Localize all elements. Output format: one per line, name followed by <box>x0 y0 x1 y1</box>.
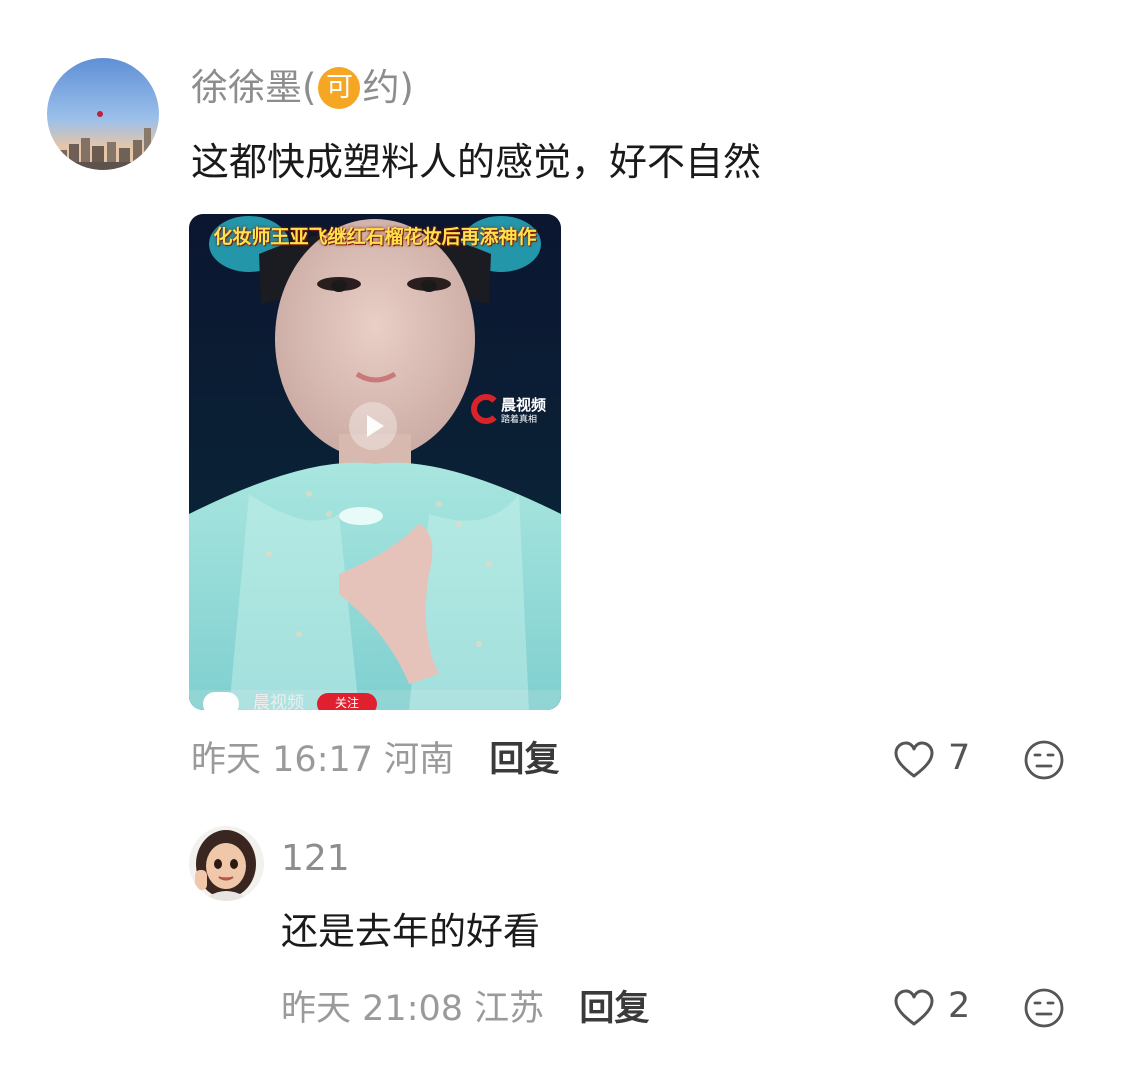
video-channel-bar: 晨视频 关注 <box>189 690 561 710</box>
channel-logo-icon <box>203 692 239 710</box>
reply-button[interactable]: 回复 <box>579 989 649 1029</box>
comment-meta: 昨天 21:08 江苏 回复 <box>281 985 649 1033</box>
emoji-icon <box>1024 740 1064 780</box>
heart-icon <box>894 989 934 1026</box>
video-thumbnail[interactable]: 化妆师王亚飞继红石榴花妆后再添神作 晨视频 踏着真相 晨视频 关注 <box>189 214 561 710</box>
comment-time: 21:08 <box>362 989 464 1029</box>
username-suffix: 约) <box>362 66 414 109</box>
username[interactable]: 徐徐墨(可约) <box>191 62 414 114</box>
comment-date: 昨天 <box>281 989 352 1029</box>
channel-name: 晨视频 <box>253 693 304 710</box>
comment-location: 河南 <box>384 740 455 780</box>
reply-button[interactable]: 回复 <box>489 740 559 780</box>
badge-icon: 可 <box>318 67 361 109</box>
play-icon[interactable] <box>349 402 397 450</box>
comment-text: 还是去年的好看 <box>281 910 540 953</box>
video-banner: 化妆师王亚飞继红石榴花妆后再添神作 <box>213 226 537 248</box>
emoji-reaction-button[interactable] <box>1024 740 1064 784</box>
comment-time: 16:17 <box>272 740 374 780</box>
comment-date: 昨天 <box>191 740 262 780</box>
watermark-logo-icon <box>471 394 501 424</box>
watermark-sub: 踏着真相 <box>501 415 538 425</box>
emoji-icon <box>1024 988 1064 1028</box>
username-text: 徐徐墨( <box>191 66 317 109</box>
emoji-reaction-button[interactable] <box>1024 988 1064 1032</box>
heart-icon <box>894 741 934 778</box>
comment-meta: 昨天 16:17 河南 回复 <box>191 736 559 784</box>
follow-button[interactable]: 关注 <box>317 693 377 710</box>
like-count: 2 <box>948 986 971 1026</box>
avatar[interactable] <box>47 58 159 170</box>
avatar[interactable] <box>189 826 264 901</box>
like-count: 7 <box>948 738 971 778</box>
comment-text: 这都快成塑料人的感觉，好不自然 <box>191 140 762 184</box>
username[interactable]: 121 <box>281 835 350 883</box>
comment-location: 江苏 <box>474 989 545 1029</box>
